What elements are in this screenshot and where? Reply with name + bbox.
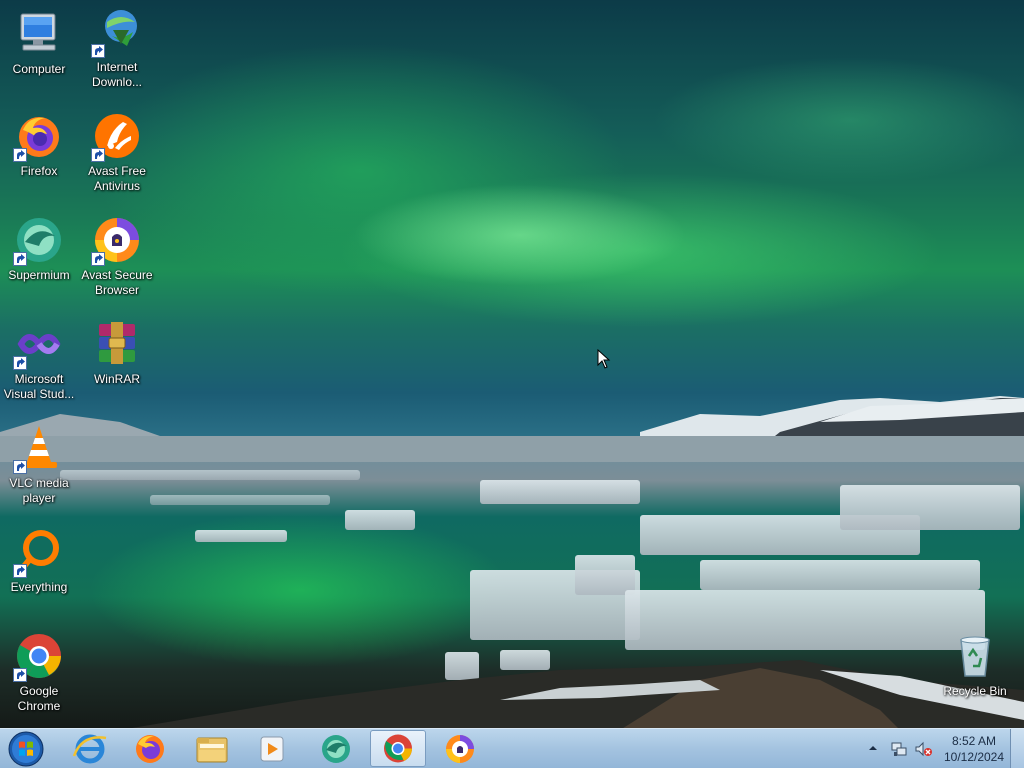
desktop-icon-label: Avast Secure Browser <box>81 268 153 297</box>
desktop-icon-label: Firefox <box>20 164 58 178</box>
desktop-icon-label: Microsoft Visual Stud... <box>3 372 75 401</box>
visual-studio-icon <box>13 320 63 370</box>
desktop-icon-computer[interactable]: Computer <box>0 10 78 77</box>
media-player-icon <box>260 736 284 762</box>
shortcut-arrow-icon <box>13 564 27 578</box>
taskbar-firefox[interactable] <box>122 730 178 767</box>
taskbar-file-explorer[interactable] <box>184 730 240 767</box>
desktop-icon-label: Recycle Bin <box>943 684 1007 698</box>
mouse-pointer-icon <box>597 349 611 369</box>
ice-floe <box>60 470 360 480</box>
supermium-icon <box>322 735 350 763</box>
file-explorer-icon <box>196 737 228 763</box>
show-desktop-button[interactable] <box>1010 729 1024 768</box>
chrome-icon <box>13 632 63 682</box>
shortcut-arrow-icon <box>91 148 105 162</box>
shortcut-arrow-icon <box>13 148 27 162</box>
wallpaper-mountains <box>0 396 1024 462</box>
ice-floe <box>575 555 635 595</box>
volume-muted-icon[interactable] <box>914 740 932 758</box>
desktop-icon-avast-free-antivirus[interactable]: Avast Free Antivirus <box>78 112 156 194</box>
everything-search-icon <box>13 528 63 578</box>
wallpaper-shore <box>132 660 1024 728</box>
recycle-bin-icon <box>951 632 999 680</box>
start-button[interactable] <box>4 730 48 768</box>
firefox-icon <box>136 735 164 763</box>
desktop-icon-label: Avast Free Antivirus <box>88 164 146 193</box>
desktop[interactable]: Computer Internet Downlo... Firefox Avas… <box>0 0 1024 728</box>
desktop-icon-label: Google Chrome <box>17 684 61 713</box>
avast-secure-browser-icon <box>91 216 141 266</box>
clock-time: 8:52 AM <box>951 734 997 748</box>
taskbar-clock[interactable]: 8:52 AM 10/12/2024 <box>938 733 1010 765</box>
desktop-icon-visual-studio[interactable]: Microsoft Visual Stud... <box>0 320 78 402</box>
desktop-icon-recycle-bin[interactable]: Recycle Bin <box>936 632 1014 699</box>
shortcut-arrow-icon <box>13 668 27 682</box>
desktop-icon-label: Everything <box>10 580 68 594</box>
supermium-icon <box>13 216 63 266</box>
chrome-icon <box>384 734 412 763</box>
desktop-icon-label: Supermium <box>8 268 70 282</box>
desktop-icon-vlc-media-player[interactable]: VLC media player <box>0 424 78 506</box>
ice-floe <box>480 480 640 504</box>
taskbar-supermium[interactable] <box>308 730 364 767</box>
clock-date: 10/12/2024 <box>943 750 1005 764</box>
shortcut-arrow-icon <box>91 44 105 58</box>
ice-floe <box>345 510 415 530</box>
computer-icon <box>15 10 63 58</box>
taskbar-chrome[interactable] <box>370 730 426 767</box>
network-icon[interactable] <box>890 740 908 758</box>
internet-download-manager-icon <box>91 8 141 58</box>
desktop-icon-internet-download-manager[interactable]: Internet Downlo... <box>78 8 156 90</box>
winrar-icon <box>93 320 141 368</box>
desktop-icon-winrar[interactable]: WinRAR <box>78 320 156 387</box>
desktop-icon-label: WinRAR <box>93 372 140 386</box>
desktop-icon-avast-secure-browser[interactable]: Avast Secure Browser <box>78 216 156 298</box>
desktop-icon-label: VLC media player <box>9 476 69 505</box>
desktop-icon-everything[interactable]: Everything <box>0 528 78 595</box>
avast-antivirus-icon <box>91 112 141 162</box>
taskbar-avast-secure-browser[interactable] <box>432 730 488 767</box>
desktop-icon-label: Computer <box>12 62 66 76</box>
ice-floe <box>700 560 980 590</box>
ice-floe <box>195 530 287 542</box>
taskbar-media-player[interactable] <box>244 730 300 767</box>
shortcut-arrow-icon <box>13 252 27 266</box>
shortcut-arrow-icon <box>13 460 27 474</box>
taskbar-internet-explorer[interactable] <box>62 730 118 767</box>
desktop-icon-google-chrome[interactable]: Google Chrome <box>0 632 78 714</box>
shortcut-arrow-icon <box>13 356 27 370</box>
vlc-cone-icon <box>13 424 63 474</box>
internet-explorer-icon <box>72 734 107 764</box>
shortcut-arrow-icon <box>91 252 105 266</box>
avast-secure-browser-icon <box>446 735 474 763</box>
ice-floe <box>840 485 1020 530</box>
ice-floe <box>150 495 330 505</box>
desktop-icon-firefox[interactable]: Firefox <box>0 112 78 179</box>
firefox-icon <box>13 112 63 162</box>
taskbar: 8:52 AM 10/12/2024 <box>0 728 1024 768</box>
desktop-icon-supermium[interactable]: Supermium <box>0 216 78 283</box>
show-hidden-icons-chevron-icon[interactable] <box>868 743 878 753</box>
desktop-icon-label: Internet Downlo... <box>91 60 143 89</box>
